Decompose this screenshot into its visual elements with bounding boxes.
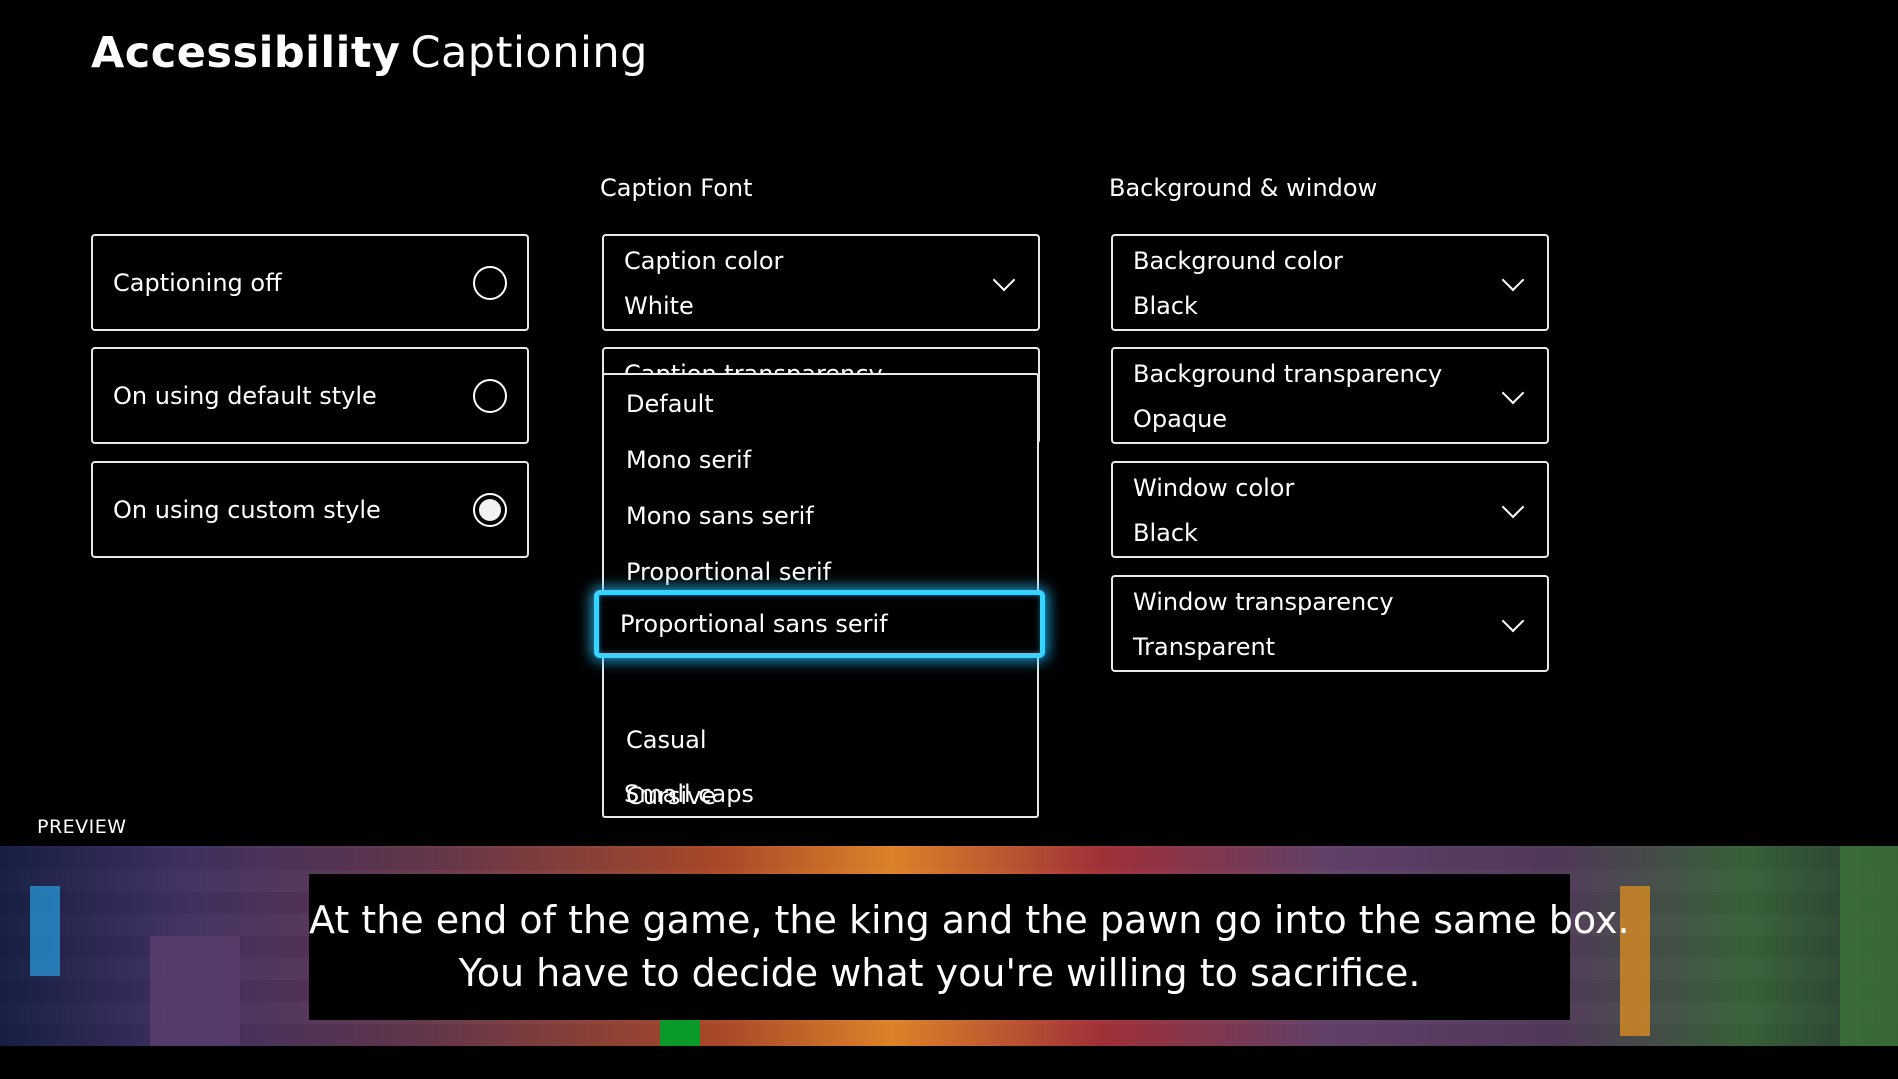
radio-unselected-icon xyxy=(473,265,507,300)
option-label: On using custom style xyxy=(113,495,381,524)
chevron-down-icon xyxy=(1501,268,1525,292)
page-title: Accessibility Captioning xyxy=(91,28,648,78)
font-option-proportional-sans-serif-focused[interactable]: Proportional sans serif xyxy=(594,590,1045,658)
title-page: Captioning xyxy=(410,28,648,78)
dropdown-value: White xyxy=(624,292,694,320)
dropdown-value: Black xyxy=(1133,519,1198,547)
caption-preview-box: At the end of the game, the king and the… xyxy=(309,874,1630,1020)
dropdown-value: Opaque xyxy=(1133,405,1228,433)
focused-option-label: Proportional sans serif xyxy=(620,610,888,638)
option-label: On using default style xyxy=(113,381,377,410)
dropdown-value: Black xyxy=(1133,292,1198,320)
font-option-default[interactable]: Default xyxy=(626,376,714,432)
font-option-mono-sans-serif[interactable]: Mono sans serif xyxy=(626,488,814,544)
dropdown-label: Background color xyxy=(1133,247,1343,275)
window-color-dropdown[interactable]: Window color Black xyxy=(1111,461,1549,558)
caption-color-dropdown[interactable]: Caption color White xyxy=(602,234,1040,331)
chevron-down-icon xyxy=(1501,381,1525,405)
dropdown-value: Transparent xyxy=(1133,633,1276,661)
option-label: Captioning off xyxy=(113,268,282,297)
dropdown-label: Window transparency xyxy=(1133,588,1394,616)
caption-font-heading: Caption Font xyxy=(600,174,753,202)
caption-line-1: At the end of the game, the king and the… xyxy=(309,898,1630,942)
default-style-option[interactable]: On using default style xyxy=(91,347,529,444)
font-option-small-caps[interactable]: Small caps xyxy=(624,766,754,822)
font-option-casual[interactable]: Casual xyxy=(626,712,707,768)
background-color-dropdown[interactable]: Background color Black xyxy=(1111,234,1549,331)
chevron-down-icon xyxy=(992,268,1016,292)
dropdown-label: Window color xyxy=(1133,474,1295,502)
radio-unselected-icon xyxy=(473,378,507,413)
chevron-down-icon xyxy=(1501,495,1525,519)
image-detail xyxy=(150,936,240,1046)
dropdown-label: Background transparency xyxy=(1133,360,1443,388)
caption-line-2: You have to decide what you're willing t… xyxy=(458,951,1421,995)
image-detail xyxy=(30,886,60,976)
dropdown-label: Caption color xyxy=(624,247,784,275)
radio-selected-icon xyxy=(473,492,507,527)
window-transparency-dropdown[interactable]: Window transparency Transparent xyxy=(1111,575,1549,672)
background-transparency-dropdown[interactable]: Background transparency Opaque xyxy=(1111,347,1549,444)
custom-style-option[interactable]: On using custom style xyxy=(91,461,529,558)
image-detail xyxy=(1840,846,1898,1046)
chevron-down-icon xyxy=(1501,609,1525,633)
preview-label: PREVIEW xyxy=(37,816,127,838)
captioning-off-option[interactable]: Captioning off xyxy=(91,234,529,331)
font-option-mono-serif[interactable]: Mono serif xyxy=(626,432,751,488)
image-detail xyxy=(660,1016,700,1046)
title-section: Accessibility xyxy=(91,28,401,78)
background-window-heading: Background & window xyxy=(1109,174,1378,202)
